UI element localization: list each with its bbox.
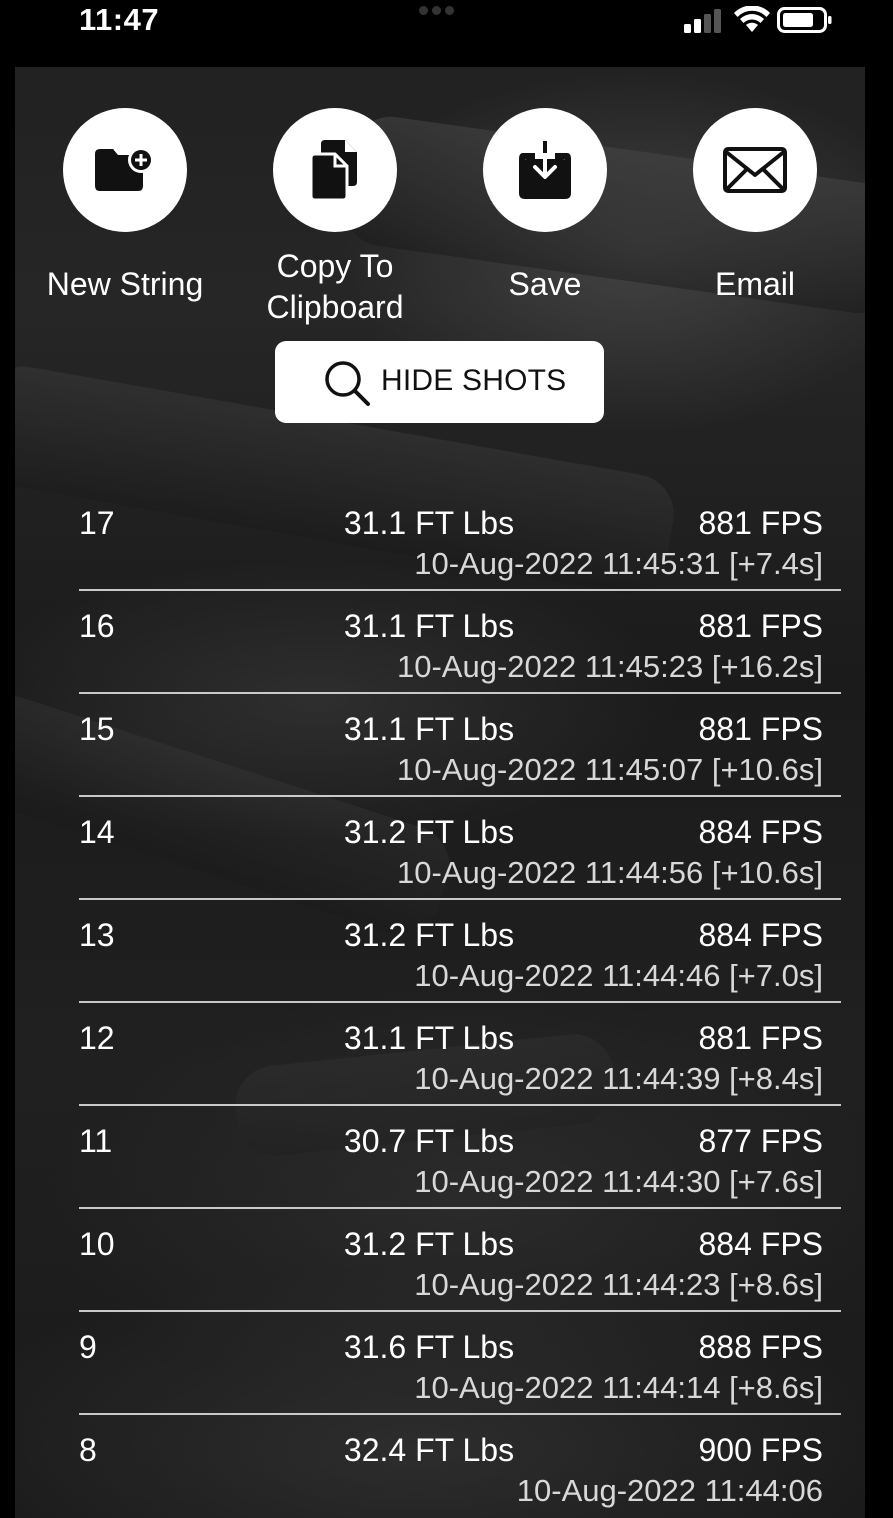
notch-indicator — [419, 2, 463, 15]
device-frame: 11:47 New String Copy To Clipboard Save … — [0, 0, 893, 1518]
shot-velocity: 888 FPS — [698, 1329, 823, 1365]
shot-energy: 31.2 FT Lbs — [343, 917, 515, 953]
shot-row[interactable]: 17 31.1 FT Lbs 881 FPS 10-Aug-2022 11:45:31… — [79, 488, 841, 591]
shot-energy: 31.1 FT Lbs — [343, 711, 515, 747]
shot-energy: 31.2 FT Lbs — [343, 814, 515, 850]
shot-number: 11 — [79, 1123, 113, 1159]
wifi-icon — [734, 6, 770, 32]
shot-row[interactable]: 8 32.4 FT Lbs 900 FPS 10-Aug-2022 11:44:06 — [79, 1415, 841, 1518]
new-string-label: New String — [46, 266, 204, 302]
shot-velocity: 900 FPS — [698, 1432, 823, 1468]
shot-energy: 31.6 FT Lbs — [343, 1329, 515, 1365]
shot-row[interactable]: 16 31.1 FT Lbs 881 FPS 10-Aug-2022 11:45:23… — [79, 591, 841, 694]
shot-list: 17 31.1 FT Lbs 881 FPS 10-Aug-2022 11:45:31… — [79, 488, 841, 1518]
shot-velocity: 881 FPS — [698, 711, 823, 747]
status-bar: 11:47 — [15, 0, 865, 67]
save-action: Save — [440, 108, 650, 302]
new-string-action: New String — [20, 108, 230, 302]
shot-velocity: 884 FPS — [698, 917, 823, 953]
shot-row[interactable]: 9 31.6 FT Lbs 888 FPS 10-Aug-2022 11:44:14 … — [79, 1312, 841, 1415]
shot-timestamp: 10-Aug-2022 11:44:06 — [516, 1473, 823, 1508]
shot-timestamp: 10-Aug-2022 11:45:23 [+16.2s] — [396, 649, 823, 684]
shot-number: 12 — [79, 1020, 115, 1056]
shot-row[interactable]: 14 31.2 FT Lbs 884 FPS 10-Aug-2022 11:44:56… — [79, 797, 841, 900]
download-icon — [519, 141, 571, 199]
hide-shots-label: HIDE SHOTS — [381, 364, 567, 397]
shot-timestamp: 10-Aug-2022 11:44:39 [+8.4s] — [414, 1061, 823, 1096]
save-label: Save — [508, 266, 582, 302]
shot-velocity: 884 FPS — [698, 814, 823, 850]
shot-row[interactable]: 11 30.7 FT Lbs 877 FPS 10-Aug-2022 11:44:30… — [79, 1106, 841, 1209]
email-action: Email — [650, 108, 860, 302]
shot-number: 15 — [79, 711, 115, 747]
shot-timestamp: 10-Aug-2022 11:44:23 [+8.6s] — [414, 1267, 823, 1302]
shot-row[interactable]: 12 31.1 FT Lbs 881 FPS 10-Aug-2022 11:44:39… — [79, 1003, 841, 1106]
shot-number: 13 — [79, 917, 115, 953]
shot-timestamp: 10-Aug-2022 11:44:56 [+10.6s] — [396, 855, 823, 890]
shot-velocity: 877 FPS — [698, 1123, 823, 1159]
copy-to-clipboard-button[interactable] — [273, 108, 397, 232]
shot-timestamp: 10-Aug-2022 11:45:31 [+7.4s] — [414, 546, 823, 581]
search-icon — [325, 361, 370, 406]
shot-velocity: 884 FPS — [698, 1226, 823, 1262]
battery-icon — [777, 7, 832, 33]
copy-to-clipboard-action: Copy To Clipboard — [230, 108, 440, 325]
cellular-signal-icon — [684, 9, 721, 33]
shot-timestamp: 10-Aug-2022 11:44:30 [+7.6s] — [414, 1164, 823, 1199]
save-button[interactable] — [483, 108, 607, 232]
status-time: 11:47 — [79, 2, 160, 37]
copy-to-clipboard-label: Copy To Clipboard — [266, 248, 404, 325]
shot-number: 16 — [79, 608, 115, 644]
hide-shots-button[interactable]: HIDE SHOTS — [275, 341, 604, 423]
shot-energy: 31.1 FT Lbs — [343, 608, 515, 644]
shot-number: 10 — [79, 1226, 115, 1262]
shot-timestamp: 10-Aug-2022 11:44:46 [+7.0s] — [414, 958, 823, 993]
shot-number: 14 — [79, 814, 115, 850]
shot-number: 8 — [79, 1432, 97, 1468]
shot-velocity: 881 FPS — [698, 1020, 823, 1056]
shot-number: 17 — [79, 505, 115, 541]
new-string-button[interactable] — [63, 108, 187, 232]
shot-energy: 31.2 FT Lbs — [343, 1226, 515, 1262]
shot-energy: 32.4 FT Lbs — [343, 1432, 515, 1468]
email-button[interactable] — [693, 108, 817, 232]
shot-row[interactable]: 15 31.1 FT Lbs 881 FPS 10-Aug-2022 11:45:07… — [79, 694, 841, 797]
shot-timestamp: 10-Aug-2022 11:44:14 [+8.6s] — [414, 1370, 823, 1405]
shot-energy: 31.1 FT Lbs — [343, 1020, 515, 1056]
shot-velocity: 881 FPS — [698, 608, 823, 644]
email-label: Email — [714, 266, 795, 302]
app-screen: 11:47 New String Copy To Clipboard Save … — [15, 0, 865, 1518]
folder-plus-icon — [95, 147, 154, 191]
shot-row[interactable]: 13 31.2 FT Lbs 884 FPS 10-Aug-2022 11:44:46… — [79, 900, 841, 1003]
shot-energy: 31.1 FT Lbs — [343, 505, 515, 541]
copy-documents-icon — [309, 140, 357, 202]
shot-energy: 30.7 FT Lbs — [343, 1123, 515, 1159]
shot-row[interactable]: 10 31.2 FT Lbs 884 FPS 10-Aug-2022 11:44:23… — [79, 1209, 841, 1312]
shot-velocity: 881 FPS — [698, 505, 823, 541]
envelope-icon — [723, 147, 787, 193]
shot-timestamp: 10-Aug-2022 11:45:07 [+10.6s] — [396, 752, 823, 787]
shot-number: 9 — [79, 1329, 97, 1365]
